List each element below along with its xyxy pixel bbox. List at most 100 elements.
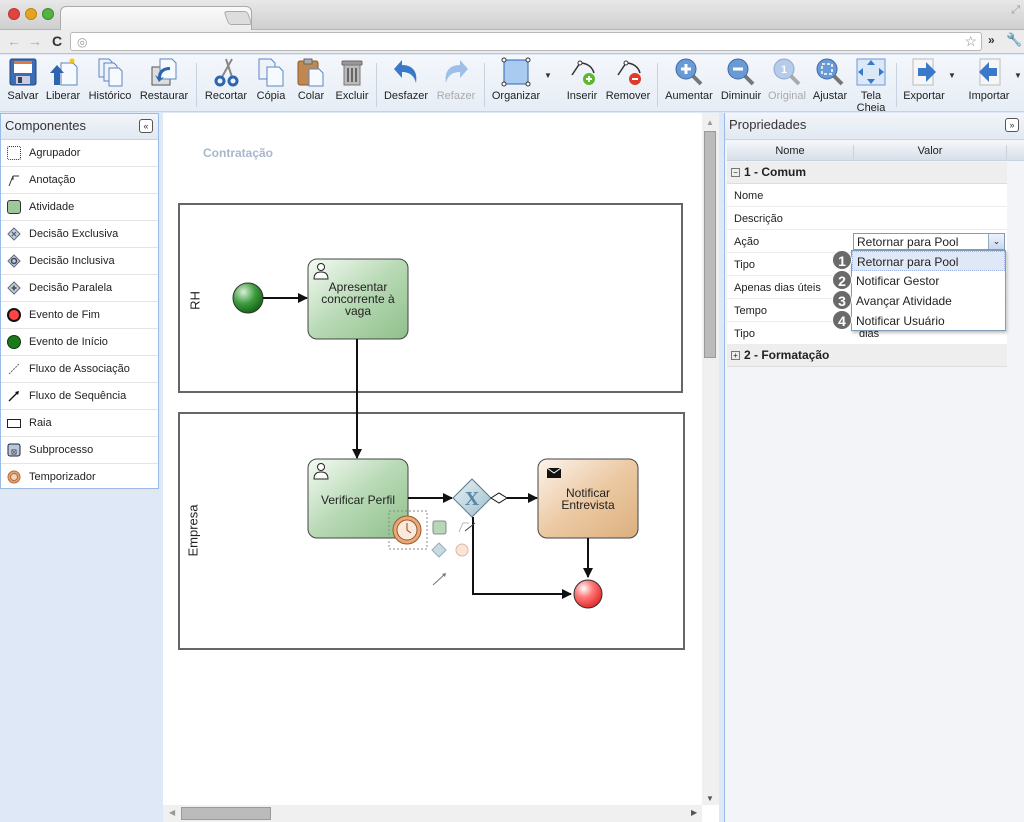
palette-activity-icon[interactable] [432,520,447,535]
action-select-value: Retornar para Pool [857,235,959,249]
group-formatacao[interactable]: +2 - Formatação [727,345,1007,367]
resize-icon[interactable]: ⤢ [1011,4,1020,17]
main-toolbar: Salvar Liberar Histórico Restaurar Recor… [0,55,1024,114]
import-button[interactable]: Importar [966,57,1012,102]
gateway-marker: X [465,488,480,510]
vertical-scroll-thumb[interactable] [704,131,716,358]
dropdown-option[interactable]: Retornar para Pool [852,251,1005,271]
undo-label: Desfazer [383,90,429,102]
end-event[interactable] [573,579,603,609]
component-parallel-gateway[interactable]: Decisão Paralela [1,275,158,302]
start-event[interactable] [232,282,264,314]
collapse-left-icon[interactable]: « [139,119,153,133]
component-sequence-flow[interactable]: Fluxo de Sequência [1,383,158,410]
zoom-original-button[interactable]: 1 Original [767,57,807,102]
expand-group-icon[interactable]: + [731,351,740,360]
bookmark-star-icon[interactable]: ☆ [964,33,977,50]
zoom-out-label: Diminuir [720,90,762,102]
column-header-name[interactable]: Nome [727,145,854,159]
diagram-canvas[interactable]: X Contratação RH Empresa Apresentar conc… [163,113,719,822]
wrench-icon[interactable]: 🔧 [1006,32,1022,48]
back-icon[interactable]: ← [7,33,21,49]
restore-label: Restaurar [139,90,189,102]
url-bar[interactable]: ◎ ☆ [70,32,982,51]
scroll-down-icon[interactable]: ▼ [706,794,714,803]
component-annotation[interactable]: Anotação [1,167,158,194]
properties-title: Propriedades [729,117,807,132]
save-label: Salvar [7,90,39,102]
prop-name: Ação [734,236,760,248]
component-label: Decisão Inclusiva [29,255,115,267]
collapse-group-icon[interactable]: − [731,168,740,177]
restore-button[interactable]: Restaurar [138,57,190,102]
copy-button[interactable]: Cópia [254,57,288,102]
redo-button[interactable]: Refazer [434,57,478,102]
palette-sequence-flow-icon[interactable] [432,573,446,586]
save-button[interactable]: Salvar [5,57,41,102]
cut-button[interactable]: Recortar [203,57,249,102]
component-activity[interactable]: Atividade [1,194,158,221]
component-start-event[interactable]: Evento de Início [1,329,158,356]
component-label: Fluxo de Associação [29,363,130,375]
forward-icon[interactable]: → [28,33,42,49]
redo-icon [445,60,468,83]
zoom-out-button[interactable]: Diminuir [718,57,764,102]
column-header-value[interactable]: Valor [854,145,1007,159]
scroll-left-icon[interactable]: ◀ [169,808,175,817]
history-button[interactable]: Histórico [87,57,133,102]
insert-point-button[interactable]: Inserir [563,57,601,102]
new-tab-button[interactable] [223,11,253,25]
zoom-in-button[interactable]: Aumentar [664,57,714,102]
horizontal-scroll-thumb[interactable] [181,807,271,820]
component-lane[interactable]: Raia [1,410,158,437]
action-select[interactable]: Retornar para Pool ⌄ [853,233,1005,250]
lane-label-empresa: Empresa [185,504,201,557]
delete-button[interactable]: Excluir [334,57,370,102]
prop-name: Tipo [734,259,755,271]
undo-button[interactable]: Desfazer [382,57,430,102]
import-label: Importar [968,90,1010,102]
expand-right-icon[interactable]: » [1005,118,1019,132]
component-timer[interactable]: Temporizador [1,464,158,491]
redo-label: Refazer [436,90,476,102]
component-inclusive-gateway[interactable]: Decisão Inclusiva [1,248,158,275]
dropdown-option[interactable]: Notificar Usuário [852,311,1005,331]
prop-row-descricao[interactable]: Descrição [727,207,1007,230]
component-group[interactable]: Agrupador [1,140,158,167]
paste-button[interactable]: Colar [294,57,328,102]
fullscreen-button[interactable]: Tela Cheia [853,57,889,114]
reload-icon[interactable]: C [52,33,62,49]
zoom-fit-button[interactable]: Ajustar [811,57,849,102]
prop-row-nome[interactable]: Nome [727,184,1007,207]
arrange-button[interactable]: Organizar [490,57,542,102]
export-button[interactable]: Exportar [901,57,947,102]
import-dropdown-icon[interactable]: ▼ [1014,71,1022,80]
close-window-button[interactable] [8,8,20,20]
palette-gateway-icon[interactable] [431,542,447,558]
maximize-window-button[interactable] [42,8,54,20]
component-exclusive-gateway[interactable]: Decisão Exclusiva [1,221,158,248]
group-comum[interactable]: −1 - Comum [727,162,1007,184]
default-flow-marker [490,492,508,504]
group-label: 2 - Formatação [744,348,830,362]
component-subprocess[interactable]: Subprocesso [1,437,158,464]
remove-point-button[interactable]: Remover [604,57,652,102]
more-chevron-icon[interactable]: » [988,33,995,47]
release-button[interactable]: Liberar [45,57,81,102]
scroll-up-icon[interactable]: ▲ [706,118,714,127]
palette-annotation-icon[interactable] [458,522,469,533]
component-end-event[interactable]: Evento de Fim [1,302,158,329]
browser-tab[interactable]: × [60,6,252,31]
scroll-right-icon[interactable]: ▶ [691,808,697,817]
action-dropdown-list: Retornar para Pool Notificar Gestor Avan… [851,250,1006,331]
minimize-window-button[interactable] [25,8,37,20]
dropdown-option[interactable]: Notificar Gestor [852,271,1005,291]
timer-event[interactable] [392,515,422,545]
dropdown-option[interactable]: Avançar Atividade [852,291,1005,311]
arrange-dropdown-icon[interactable]: ▼ [544,71,552,80]
export-dropdown-icon[interactable]: ▼ [948,71,956,80]
component-association-flow[interactable]: Fluxo de Associação [1,356,158,383]
palette-timer-icon[interactable] [455,543,469,557]
properties-panel: Propriedades » Nome Valor −1 - Comum Nom… [724,113,1024,822]
chevron-down-icon[interactable]: ⌄ [988,234,1004,249]
